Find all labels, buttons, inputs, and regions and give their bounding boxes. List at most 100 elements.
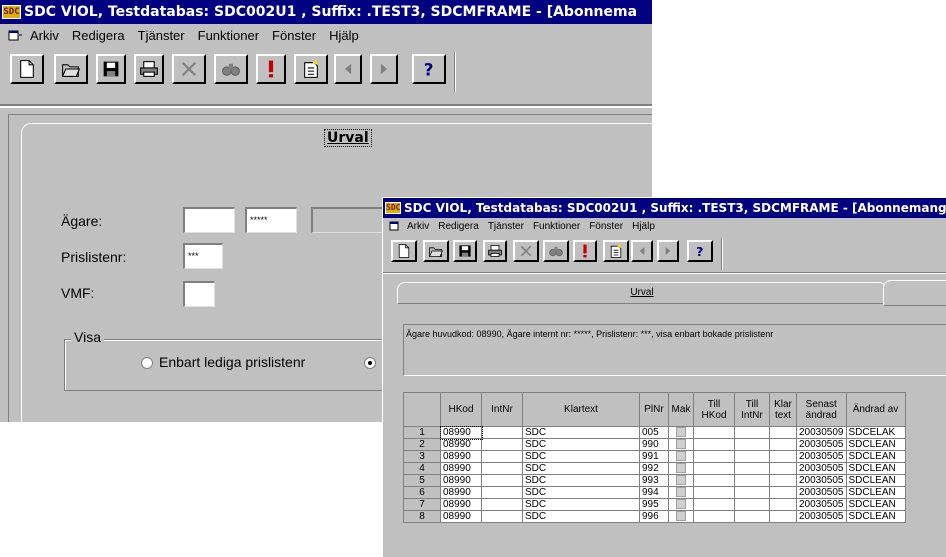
cell-klar[interactable] [769,498,797,511]
col-mak[interactable]: Mak [668,392,694,427]
cell-till-intnr[interactable] [734,510,770,523]
col-till-hkod[interactable]: Till HKod [693,392,735,427]
col-andrad-av[interactable]: Ändrad av [845,392,906,427]
cell-senast[interactable]: 20030505 [796,438,847,451]
open-button[interactable] [54,54,88,84]
cell-klartext[interactable]: SDC [522,438,640,451]
menu-arkiv[interactable]: Arkiv [30,28,59,43]
cell-mak-checkbox[interactable] [668,450,694,463]
cell-till-intnr[interactable] [734,498,770,511]
cell-av[interactable]: SDCLEAN [845,450,906,463]
new-button[interactable] [391,240,417,262]
cell-till-hkod[interactable] [693,486,735,499]
col-till-intnr[interactable]: Till IntNr [734,392,770,427]
table-row[interactable]: 8 08990 SDC 996 20030505 SDCLEAN [403,510,906,523]
cell-till-intnr[interactable] [734,474,770,487]
row-number[interactable]: 6 [403,486,441,499]
wizard-button[interactable] [294,54,328,84]
row-number[interactable]: 1 [403,426,441,439]
help-button[interactable]: ? [687,240,713,262]
cell-klartext[interactable]: SDC [522,462,640,475]
radio-enbart-lediga-label[interactable]: Enbart lediga prislistenr [159,354,305,370]
row-number[interactable]: 8 [403,510,441,523]
cell-plnr[interactable]: 993 [639,474,669,487]
menu-arkiv[interactable]: Arkiv [407,221,429,232]
next-button[interactable] [657,240,679,262]
cell-av[interactable]: SDCLEAN [845,474,906,487]
row-number[interactable]: 3 [403,450,441,463]
checkbox-icon[interactable] [676,511,686,522]
agare-internt-field[interactable]: ***** [245,207,297,233]
front-titlebar[interactable]: SDC SDC VIOL, Testdatabas: SDC002U1 , Su… [383,198,946,218]
row-number[interactable]: 5 [403,474,441,487]
tab-urval[interactable]: Urval [324,129,372,147]
cell-senast[interactable]: 20030505 [796,498,847,511]
cell-till-intnr[interactable] [734,438,770,451]
cell-mak-checkbox[interactable] [668,462,694,475]
new-button[interactable] [10,54,44,84]
cell-senast[interactable]: 20030505 [796,474,847,487]
menu-tjänster[interactable]: Tjänster [488,221,524,232]
cell-till-hkod[interactable] [693,498,735,511]
cell-klartext[interactable]: SDC [522,450,640,463]
cell-klar[interactable] [769,438,797,451]
cell-mak-checkbox[interactable] [668,486,694,499]
agare-huvudkod-field[interactable] [183,207,235,233]
cell-plnr[interactable]: 990 [639,438,669,451]
document-icon[interactable] [8,29,22,41]
menu-funktioner[interactable]: Funktioner [533,221,580,232]
checkbox-icon[interactable] [676,475,686,486]
cell-mak-checkbox[interactable] [668,474,694,487]
cell-klartext[interactable]: SDC [522,498,640,511]
cell-av[interactable]: SDCLEAN [845,462,906,475]
checkbox-icon[interactable] [676,439,686,450]
cell-plnr[interactable]: 994 [639,486,669,499]
exclamation-button[interactable] [573,240,597,262]
cell-klartext[interactable]: SDC [522,474,640,487]
prislistenr-field[interactable]: *** [183,243,223,269]
cell-plnr[interactable]: 991 [639,450,669,463]
table-row[interactable]: 5 08990 SDC 993 20030505 SDCLEAN [403,474,906,487]
col-intnr[interactable]: IntNr [481,392,523,427]
cell-senast[interactable]: 20030505 [796,462,847,475]
back-titlebar[interactable]: SDC SDC VIOL, Testdatabas: SDC002U1 , Su… [0,0,652,24]
cell-till-hkod[interactable] [693,510,735,523]
print-button[interactable] [134,54,164,84]
checkbox-icon[interactable] [676,463,686,474]
checkbox-icon[interactable] [676,427,686,438]
document-icon[interactable] [389,221,401,231]
cell-hkod[interactable]: 08990 [440,498,482,511]
col-hkod[interactable]: HKod [440,392,482,427]
row-number[interactable]: 7 [403,498,441,511]
cell-intnr[interactable] [481,510,523,523]
cell-klartext[interactable]: SDC [522,426,640,439]
cell-klar[interactable] [769,426,797,439]
menu-hjälp[interactable]: Hjälp [329,28,359,43]
menu-fönster[interactable]: Fönster [272,28,316,43]
col-senast-andrad[interactable]: Senast ändrad [796,392,847,427]
col-klartext[interactable]: Klartext [522,392,640,427]
cell-senast[interactable]: 20030505 [796,510,847,523]
row-number[interactable]: 2 [403,438,441,451]
cell-hkod[interactable]: 08990 [440,438,482,451]
save-button[interactable] [453,240,477,262]
cell-av[interactable]: SDCLEAN [845,498,906,511]
table-row[interactable]: 2 08990 SDC 990 20030505 SDCLEAN [403,438,906,451]
cell-mak-checkbox[interactable] [668,426,694,439]
cell-hkod[interactable]: 08990 [440,462,482,475]
row-number[interactable]: 4 [403,462,441,475]
cell-till-hkod[interactable] [693,474,735,487]
find-button[interactable] [543,240,569,262]
table-row[interactable]: 6 08990 SDC 994 20030505 SDCLEAN [403,486,906,499]
cell-till-intnr[interactable] [734,426,770,439]
cell-klar[interactable] [769,450,797,463]
next-button[interactable] [370,54,398,84]
checkbox-icon[interactable] [676,487,686,498]
cell-plnr[interactable]: 005 [639,426,669,439]
cell-senast[interactable]: 20030505 [796,486,847,499]
cell-klar[interactable] [769,510,797,523]
checkbox-icon[interactable] [676,451,686,462]
open-button[interactable] [423,240,449,262]
table-row[interactable]: 7 08990 SDC 995 20030505 SDCLEAN [403,498,906,511]
cell-till-intnr[interactable] [734,486,770,499]
